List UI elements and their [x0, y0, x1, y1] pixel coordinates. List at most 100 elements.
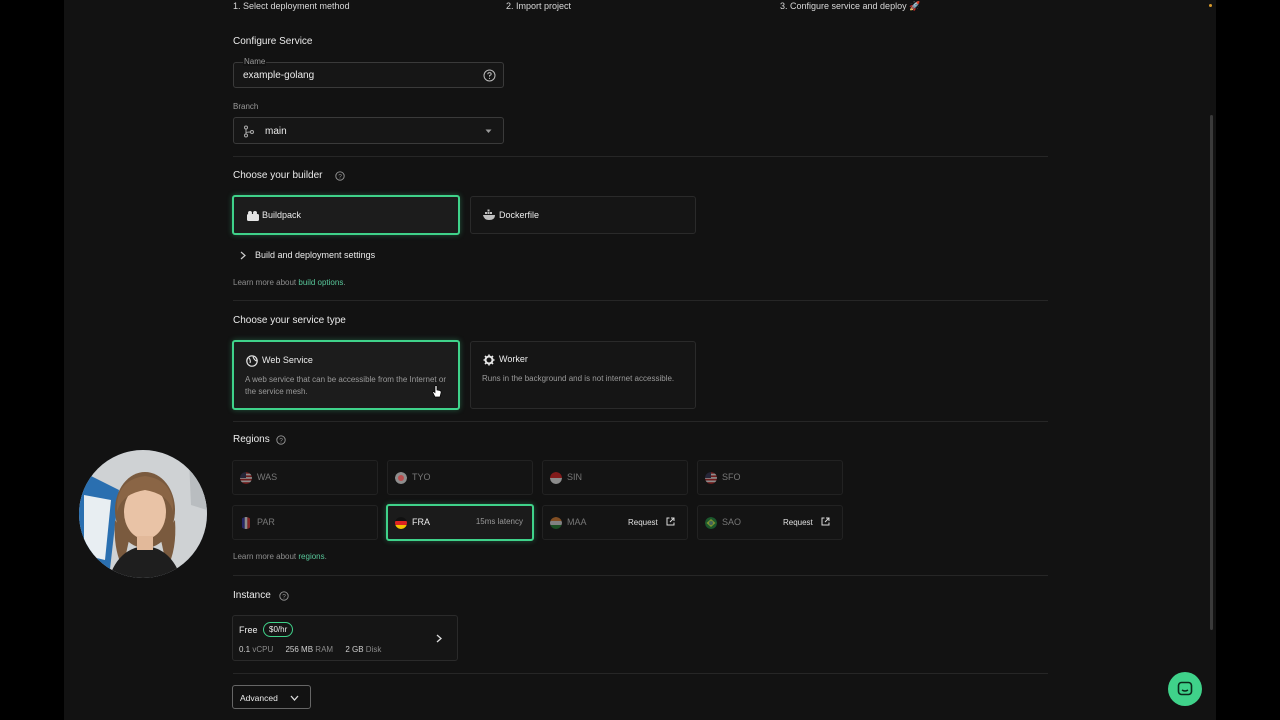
advanced-button[interactable]: Advanced	[232, 685, 311, 709]
buildpack-option[interactable]: Buildpack	[232, 195, 460, 235]
region-code: SFO	[722, 472, 741, 482]
dockerfile-label: Dockerfile	[499, 210, 540, 220]
sg-flag-icon	[550, 472, 562, 484]
build-options-link[interactable]: build options	[298, 278, 343, 287]
region-code: FRA	[412, 517, 430, 527]
region-sfo[interactable]: SFO	[697, 460, 843, 495]
instance-heading: Instance	[233, 590, 271, 601]
period: .	[324, 552, 327, 561]
regions-note: Learn more about regions.	[233, 552, 327, 561]
chat-icon	[1177, 681, 1193, 696]
buildpack-label: Buildpack	[262, 210, 302, 220]
worker-desc: Runs in the background and is not intern…	[482, 374, 675, 383]
region-fra[interactable]: FRA 15ms latency	[386, 504, 534, 541]
presenter-image-icon	[79, 450, 207, 578]
period: .	[343, 278, 346, 287]
instance-specs: 0.1 vCPU 256 MB RAM 2 GB Disk	[239, 645, 381, 654]
branch-value: main	[265, 126, 287, 137]
build-options-note: Learn more about build options.	[233, 278, 346, 287]
web-service-title: Web Service	[262, 355, 313, 365]
region-code: SAO	[722, 517, 742, 527]
builder-help-icon[interactable]: ?	[335, 171, 345, 181]
region-code: SIN	[567, 472, 583, 482]
presenter-webcam	[79, 450, 207, 578]
worker-title: Worker	[499, 354, 528, 364]
regions-heading: Regions	[233, 434, 270, 445]
region-code: PAR	[257, 517, 275, 527]
fr-flag-icon	[242, 517, 250, 529]
divider	[233, 673, 1048, 674]
help-icon[interactable]	[483, 69, 496, 82]
disk-value: 2 GB	[345, 645, 364, 654]
divider	[233, 300, 1048, 301]
build-settings-toggle[interactable]: Build and deployment settings	[236, 249, 396, 263]
external-link-icon	[821, 517, 830, 526]
learn-more-text: Learn more about	[233, 552, 297, 561]
configure-service-heading: Configure Service	[233, 36, 313, 47]
region-was[interactable]: WAS	[232, 460, 378, 495]
cpu-value: 0.1	[239, 645, 251, 654]
divider	[233, 156, 1048, 157]
price-badge: $0/hr	[263, 622, 294, 637]
br-flag-icon	[705, 517, 717, 529]
buildpack-icon	[247, 211, 259, 221]
region-code: TYO	[412, 472, 431, 482]
step-2[interactable]: 2. Import project	[506, 1, 571, 11]
disk-unit: Disk	[365, 645, 382, 654]
branch-select[interactable]: main	[233, 117, 504, 144]
builder-heading: Choose your builder	[233, 170, 323, 181]
instance-card[interactable]: Free $0/hr 0.1 vCPU 256 MB RAM 2 GB Disk	[232, 615, 458, 661]
name-field[interactable]: Name example-golang	[233, 57, 504, 88]
region-latency: 15ms latency	[475, 517, 523, 526]
request-label: Request	[782, 518, 813, 527]
dockerfile-option[interactable]: Dockerfile	[470, 196, 696, 234]
web-service-desc: A web service that can be accessible fro…	[245, 375, 446, 396]
cpu-unit: vCPU	[252, 645, 274, 654]
name-value[interactable]: example-golang	[243, 70, 314, 81]
branch-icon	[244, 125, 254, 138]
instance-help-icon[interactable]: ?	[279, 591, 289, 601]
learn-more-text: Learn more about	[233, 278, 297, 287]
de-flag-icon	[395, 517, 407, 529]
web-service-option[interactable]: Web Service A web service that can be ac…	[232, 340, 460, 410]
worker-option[interactable]: Worker Runs in the background and is not…	[470, 341, 696, 409]
svg-text:?: ?	[338, 174, 342, 181]
region-sin[interactable]: SIN	[542, 460, 688, 495]
name-label: Name	[243, 57, 267, 66]
request-link[interactable]: Request	[783, 517, 830, 527]
instance-tier: Free	[239, 625, 258, 635]
notification-dot	[1209, 4, 1212, 7]
regions-help-icon[interactable]: ?	[276, 435, 286, 445]
step-1[interactable]: 1. Select deployment method	[233, 1, 350, 11]
region-maa[interactable]: MAA Request	[542, 505, 688, 540]
chevron-right-icon	[240, 251, 246, 260]
divider	[233, 575, 1048, 576]
page-scrollbar[interactable]	[1210, 115, 1213, 630]
external-link-icon	[666, 517, 675, 526]
jp-flag-icon	[395, 472, 407, 484]
ram-value: 256 MB	[285, 645, 314, 654]
ram-unit: RAM	[315, 645, 334, 654]
region-par[interactable]: PAR	[232, 505, 378, 540]
chat-button[interactable]	[1168, 672, 1202, 706]
hand-cursor-icon	[432, 385, 442, 398]
chevron-down-icon	[485, 129, 492, 133]
us-flag-icon	[240, 472, 252, 484]
advanced-label: Advanced	[240, 693, 278, 703]
globe-icon	[246, 355, 258, 367]
chevron-down-icon	[290, 695, 299, 701]
request-link[interactable]: Request	[628, 517, 675, 527]
docker-icon	[483, 209, 495, 220]
in-flag-icon	[550, 517, 562, 529]
chevron-right-icon	[436, 634, 442, 643]
svg-text:?: ?	[282, 594, 286, 601]
region-tyo[interactable]: TYO	[387, 460, 533, 495]
regions-link[interactable]: regions	[298, 552, 324, 561]
request-label: Request	[627, 518, 658, 527]
service-type-heading: Choose your service type	[233, 315, 346, 326]
region-sao[interactable]: SAO Request	[697, 505, 843, 540]
divider	[233, 421, 1048, 422]
step-3[interactable]: 3. Configure service and deploy 🚀	[780, 1, 920, 12]
gear-icon	[483, 354, 495, 366]
branch-label: Branch	[233, 102, 259, 111]
